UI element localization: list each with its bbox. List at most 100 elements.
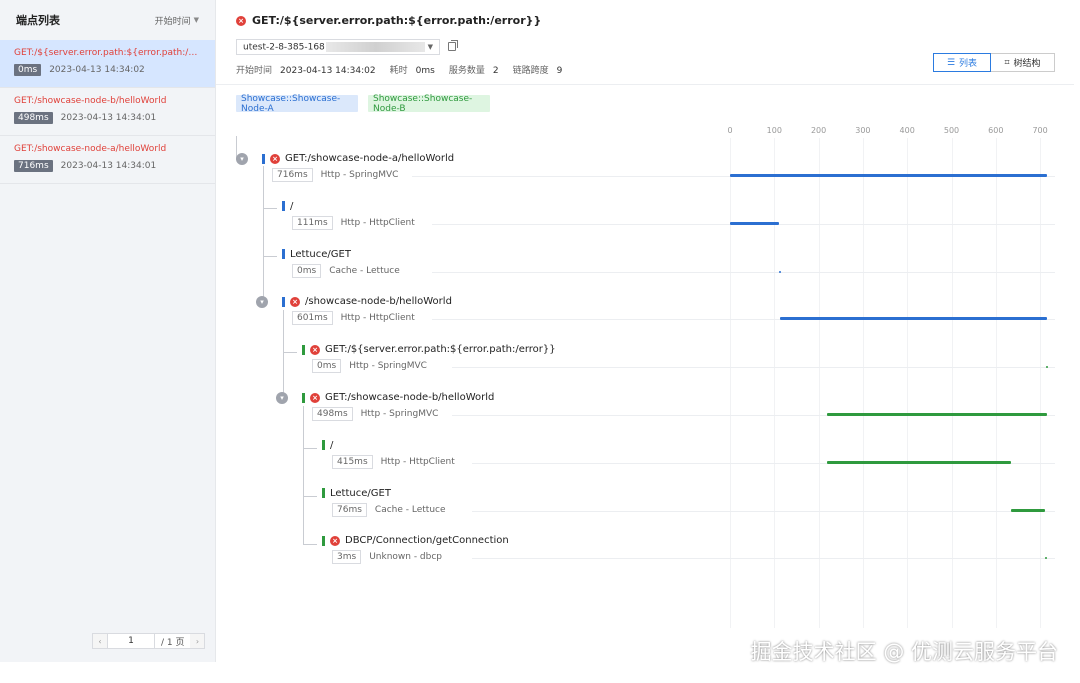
service-color-marker xyxy=(262,153,265,164)
duration-badge: 76ms xyxy=(332,502,367,517)
duration-badge: 601ms xyxy=(292,311,333,326)
list-view-button[interactable]: ☰ 列表 xyxy=(933,53,991,72)
span-duration-bar[interactable] xyxy=(1011,508,1045,512)
row-divider xyxy=(432,271,1056,273)
meta-item: 服务数量 2 xyxy=(449,63,499,76)
span-duration-bar[interactable] xyxy=(827,460,1012,464)
collapse-toggle-icon[interactable]: ▾ xyxy=(236,153,248,165)
divider xyxy=(216,84,1074,85)
component-label: Http - SpringMVC xyxy=(360,409,439,419)
page-input[interactable] xyxy=(107,634,155,648)
service-tag-node-b[interactable]: Showcase::Showcase-Node-B xyxy=(368,94,490,114)
component-label: Http - HttpClient xyxy=(340,313,415,324)
meta-value: 0ms xyxy=(415,66,435,76)
meta-label: 链路跨度 xyxy=(512,66,549,76)
meta-value: 2023-04-13 14:34:02 xyxy=(280,66,376,76)
span-name: × GET:/showcase-node-a/helloWorld xyxy=(262,153,454,164)
span-label: Lettuce/GET xyxy=(290,248,351,260)
meta-item: 链路跨度 9 xyxy=(513,63,563,76)
component-label: Http - SpringMVC xyxy=(320,170,399,180)
redacted-block xyxy=(325,41,425,52)
tree-icon: ⌗ xyxy=(1004,57,1010,68)
row-divider xyxy=(452,367,1056,369)
error-icon: × xyxy=(310,344,320,355)
span-row[interactable]: Lettuce/GET 76ms Cache - Lettuce xyxy=(216,488,1074,536)
span-row[interactable]: Lettuce/GET 0ms Cache - Lettuce xyxy=(216,249,1074,297)
meta-label: 耗时 xyxy=(389,66,408,76)
axis-tick-label: 300 xyxy=(855,126,871,135)
tree-view-label: 树结构 xyxy=(1013,59,1041,69)
trace-detail: × GET:/${server.error.path:${error.path:… xyxy=(216,0,1074,662)
span-duration-bar[interactable] xyxy=(779,270,782,273)
prev-page-icon[interactable]: ‹ xyxy=(93,634,107,648)
span-row[interactable]: / 415ms Http - HttpClient xyxy=(216,440,1074,488)
span-duration-bar[interactable] xyxy=(780,317,1048,321)
duration-badge: 0ms xyxy=(292,263,322,278)
collapse-toggle-icon[interactable]: ▾ xyxy=(276,392,288,404)
meta-label: 开始时间 xyxy=(236,66,273,76)
endpoint-list: GET:/${server.error.path:${error.path:/e… xyxy=(0,40,215,184)
span-label: GET:/${server.error.path:${error.path:/e… xyxy=(325,344,556,356)
endpoint-meta: 498ms 2023-04-13 14:34:01 xyxy=(14,112,201,124)
duration-badge: 716ms xyxy=(14,160,53,172)
timestamp: 2023-04-13 14:34:02 xyxy=(49,65,145,75)
sort-label: 开始时间 xyxy=(154,16,191,27)
meta-item: 开始时间 2023-04-13 14:34:02 xyxy=(236,63,376,76)
axis-tick-label: 600 xyxy=(988,126,1004,135)
endpoint-name: GET:/showcase-node-a/helloWorld xyxy=(14,144,167,154)
component-label: Http - HttpClient xyxy=(380,456,455,467)
span-label: /showcase-node-b/helloWorld xyxy=(305,296,452,308)
span-meta: 76ms Cache - Lettuce xyxy=(332,502,446,517)
span-meta: 498ms Http - SpringMVC xyxy=(312,407,438,421)
trace-id-select[interactable]: utest-2-8-385-168618180608 ▼ xyxy=(236,39,440,55)
view-toggle: ☰ 列表 ⌗ 树结构 xyxy=(933,53,1055,72)
service-color-marker xyxy=(302,344,305,355)
span-row[interactable]: ▾ × /showcase-node-b/helloWorld 601ms Http -… xyxy=(216,296,1074,344)
span-meta: 415ms Http - HttpClient xyxy=(332,454,455,469)
tree-view-button[interactable]: ⌗ 树结构 xyxy=(991,53,1055,72)
span-row[interactable]: × DBCP/Connection/getConnection 3ms Unknown… xyxy=(216,535,1074,583)
endpoint-meta: 0ms 2023-04-13 14:34:02 xyxy=(14,64,201,76)
endpoint-name: GET:/showcase-node-b/helloWorld xyxy=(14,96,167,106)
service-color-marker xyxy=(282,296,285,307)
span-name: / xyxy=(322,440,333,451)
copy-icon[interactable] xyxy=(448,40,458,51)
endpoint-name: GET:/${server.error.path:${error.path:/e… xyxy=(14,48,201,58)
span-name: × GET:/${server.error.path:${error.path:/… xyxy=(302,344,556,355)
component-label: Cache - Lettuce xyxy=(329,265,400,276)
duration-badge: 3ms xyxy=(332,550,362,565)
span-duration-bar[interactable] xyxy=(730,174,1048,177)
span-label: / xyxy=(290,200,294,212)
span-meta: 111ms Http - HttpClient xyxy=(292,215,415,230)
service-color-marker xyxy=(322,535,325,546)
endpoint-meta: 716ms 2023-04-13 14:34:01 xyxy=(14,160,201,172)
endpoint-sidebar: 端点列表 开始时间 ▼ GET:/${server.error.path:${e… xyxy=(0,0,216,662)
watermark: 掘金技术社区 @ 优测云服务平台 xyxy=(750,640,1058,664)
span-meta: 0ms Cache - Lettuce xyxy=(292,263,400,278)
span-row[interactable]: × GET:/${server.error.path:${error.path:/… xyxy=(216,344,1074,392)
sidebar-header: 端点列表 开始时间 ▼ xyxy=(0,0,215,40)
pagination: ‹ / 1 页 › xyxy=(92,633,206,649)
span-duration-bar[interactable] xyxy=(826,413,1048,416)
span-duration-bar[interactable] xyxy=(730,221,780,225)
span-row[interactable]: ▾ × GET:/showcase-node-a/helloWorld 716ms Ht… xyxy=(216,153,1074,201)
collapse-toggle-icon[interactable]: ▾ xyxy=(256,296,268,309)
list-item[interactable]: GET:/${server.error.path:${error.path:/e… xyxy=(0,40,215,88)
span-meta: 601ms Http - HttpClient xyxy=(292,311,415,326)
error-icon: × xyxy=(310,392,320,403)
next-page-icon[interactable]: › xyxy=(190,634,205,648)
span-name: × /showcase-node-b/helloWorld xyxy=(282,296,452,307)
list-view-label: 列表 xyxy=(959,59,978,69)
error-icon: × xyxy=(236,15,246,26)
span-meta: 3ms Unknown - dbcp xyxy=(332,550,442,565)
span-row[interactable]: / 111ms Http - HttpClient xyxy=(216,201,1074,249)
list-item[interactable]: GET:/showcase-node-a/helloWorld 716ms 2023… xyxy=(0,136,215,184)
span-label: / xyxy=(330,439,334,451)
span-row[interactable]: ▾ × GET:/showcase-node-b/helloWorld 498ms Ht… xyxy=(216,392,1074,440)
list-item[interactable]: GET:/showcase-node-b/helloWorld 498ms 2023… xyxy=(0,88,215,136)
component-label: Http - SpringMVC xyxy=(349,361,427,372)
sort-dropdown[interactable]: 开始时间 ▼ xyxy=(155,14,199,27)
service-tag-node-a[interactable]: Showcase::Showcase-Node-A xyxy=(236,94,358,114)
row-divider xyxy=(472,558,1056,560)
meta-item: 耗时 0ms xyxy=(390,63,435,76)
